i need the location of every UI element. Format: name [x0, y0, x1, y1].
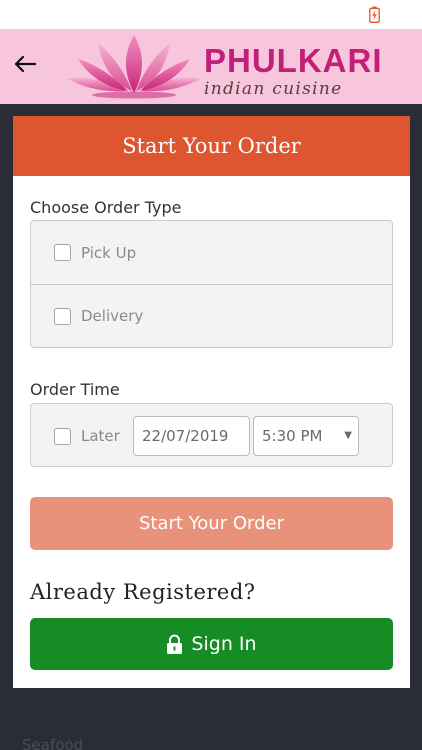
- delivery-checkbox[interactable]: [54, 307, 71, 325]
- sign-in-button[interactable]: Sign In: [30, 618, 393, 670]
- time-value: 5:30 PM: [262, 427, 323, 445]
- app-header: PHULKARI indian cuisine: [0, 29, 422, 104]
- battery-charging-icon: [369, 6, 380, 23]
- start-order-card: Start Your Order Choose Order Type Pick …: [13, 116, 410, 688]
- date-value: 22/07/2019: [142, 427, 229, 445]
- order-time-label: Order Time: [30, 380, 120, 399]
- later-label: Later: [81, 427, 120, 445]
- pickup-checkbox[interactable]: [54, 244, 71, 261]
- lotus-icon: [68, 35, 200, 99]
- card-title: Start Your Order: [13, 116, 410, 176]
- order-type-label: Choose Order Type: [30, 198, 182, 217]
- delivery-option[interactable]: Delivery: [31, 284, 392, 347]
- lock-icon: [167, 634, 183, 654]
- start-order-button[interactable]: Start Your Order: [30, 497, 393, 550]
- background-menu-item: Seafood: [22, 736, 84, 750]
- later-option[interactable]: Later: [54, 427, 120, 445]
- date-field[interactable]: 22/07/2019: [133, 416, 250, 456]
- arrow-left-icon[interactable]: [12, 51, 38, 77]
- order-type-group: Pick Up Delivery: [30, 220, 393, 348]
- sign-in-label: Sign In: [191, 633, 257, 655]
- brand-name: PHULKARI: [204, 42, 383, 79]
- time-select[interactable]: 5:30 PM ▼: [253, 416, 359, 456]
- pickup-label: Pick Up: [81, 243, 137, 262]
- order-time-group: Later 22/07/2019 5:30 PM ▼: [30, 403, 393, 467]
- status-bar: [0, 0, 422, 29]
- brand-tagline: indian cuisine: [204, 79, 343, 99]
- chevron-down-icon: ▼: [344, 430, 352, 441]
- already-registered-heading: Already Registered?: [30, 580, 256, 604]
- pickup-option[interactable]: Pick Up: [31, 221, 392, 284]
- later-checkbox[interactable]: [54, 427, 71, 445]
- delivery-label: Delivery: [81, 307, 144, 325]
